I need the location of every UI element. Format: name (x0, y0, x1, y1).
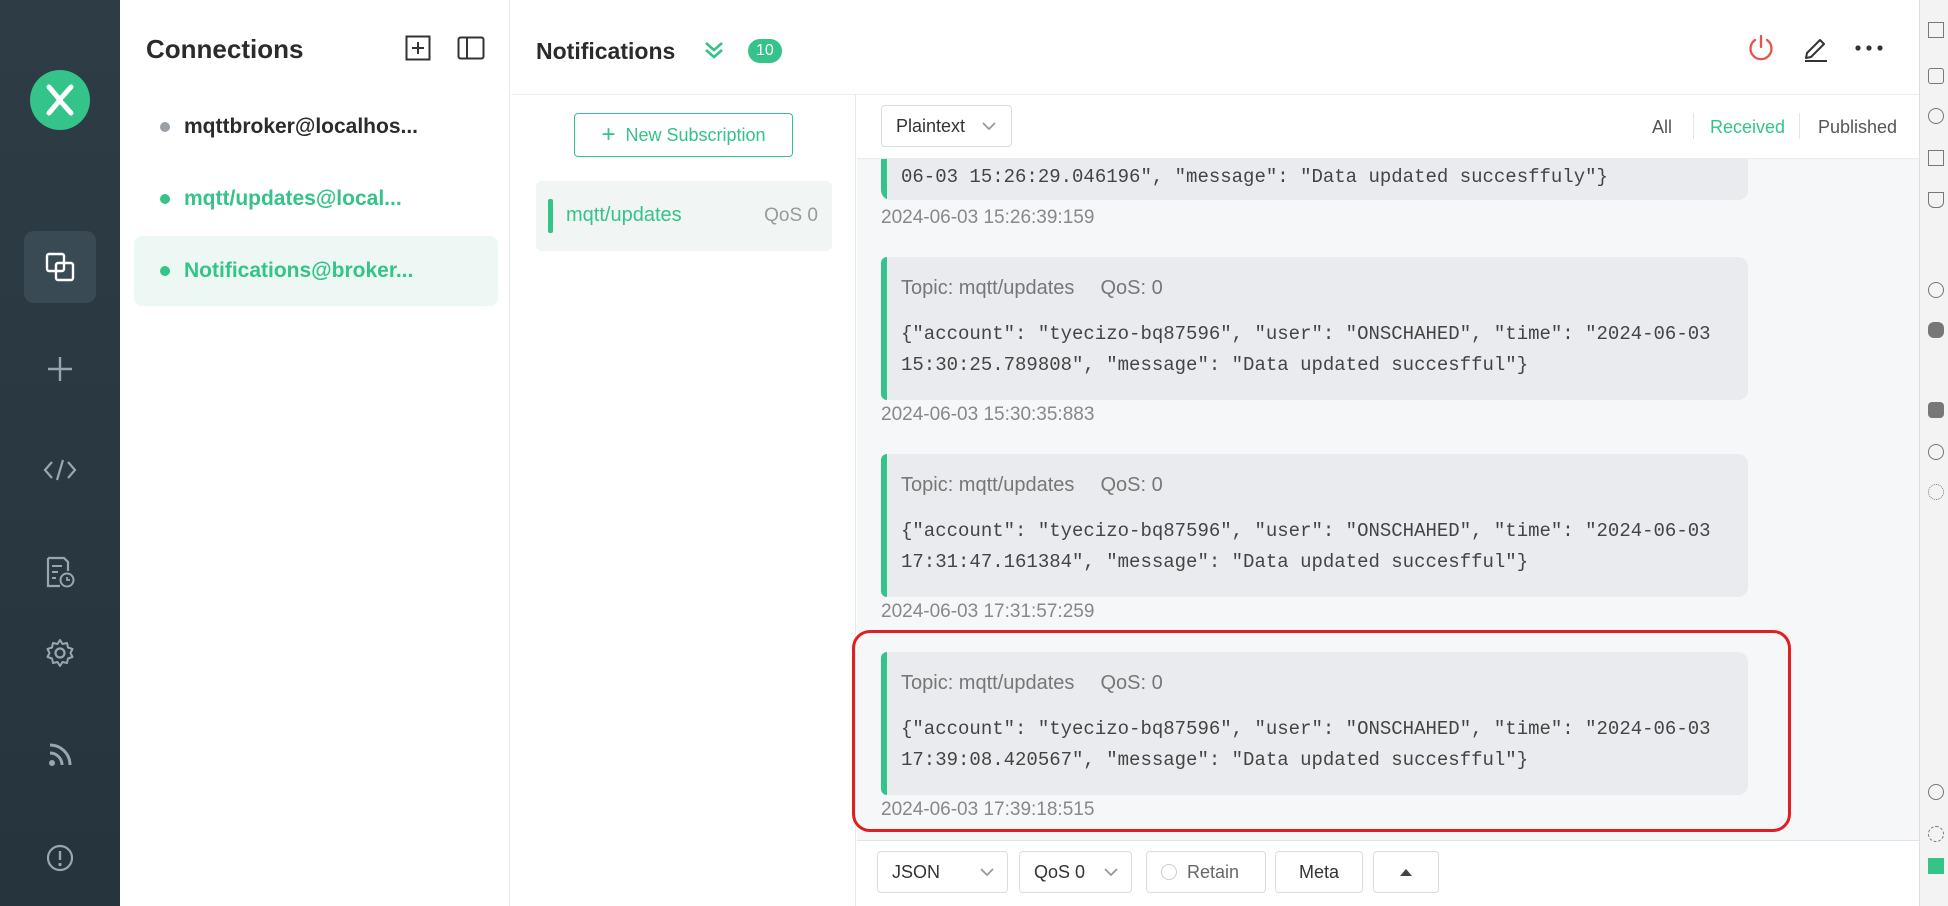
message-meta: Topic: mqtt/updates QoS: 0 (901, 277, 1163, 300)
status-dot (160, 122, 170, 132)
connections-title: Connections (146, 34, 304, 64)
python-icon[interactable] (1928, 402, 1944, 418)
retain-toggle[interactable]: Retain (1146, 851, 1266, 893)
message-timestamp: 2024-06-03 17:31:57:259 (881, 601, 1095, 622)
connections-panel: Connections mqttbroker@localhos... mqtt/… (120, 0, 510, 906)
rss-icon[interactable] (24, 719, 96, 791)
caret-up-icon (1400, 869, 1412, 876)
composer-qos-value: QoS 0 (1034, 861, 1086, 882)
message-timestamp: 2024-06-03 15:26:39:159 (881, 207, 1095, 228)
status-dot (160, 194, 170, 204)
connection-title: Notifications (536, 38, 676, 64)
message-qos: QoS: 0 (1100, 672, 1163, 694)
message-payload: {"account": "tyecizo-bq87596", "user": "… (901, 520, 1722, 573)
message-qos: QoS: 0 (1100, 474, 1163, 496)
monitor-icon[interactable] (1928, 150, 1944, 166)
power-icon[interactable] (1745, 32, 1777, 64)
composer-qos-select[interactable]: QoS 0 (1019, 851, 1132, 893)
status-dot (160, 266, 170, 276)
message-topic: Topic: mqtt/updates (901, 672, 1075, 694)
composer-format-value: JSON (892, 861, 941, 882)
payload-format-value: Plaintext (896, 115, 966, 136)
code-icon[interactable] (24, 434, 96, 506)
connections-icon[interactable] (24, 231, 96, 303)
subscription-qos: QoS 0 (764, 205, 818, 226)
message-composer: JSON QoS 0 Retain Meta (857, 840, 1919, 906)
expand-composer-button[interactable] (1373, 851, 1439, 893)
message-accent-bar (881, 454, 887, 597)
extensions-icon[interactable] (1928, 22, 1944, 38)
remote-status-icon[interactable] (1928, 858, 1944, 874)
gear-icon[interactable] (24, 617, 96, 689)
new-subscription-button[interactable]: + New Subscription (574, 113, 793, 157)
meta-button[interactable]: Meta (1275, 851, 1363, 893)
connection-item-selected[interactable]: Notifications@broker... (134, 236, 498, 306)
more-icon[interactable] (1853, 32, 1885, 64)
log-icon[interactable] (24, 536, 96, 608)
message-accent-bar (881, 257, 887, 400)
flask-icon[interactable] (1928, 192, 1944, 208)
connection-header: Notifications 10 (511, 0, 1919, 95)
message-accent-bar (881, 652, 887, 795)
app-nav-rail (0, 0, 120, 906)
chevron-down-icon (980, 868, 994, 877)
timer-icon[interactable] (1928, 282, 1944, 298)
connection-label: mqttbroker@localhos... (184, 115, 419, 138)
meta-label: Meta (1298, 861, 1340, 882)
react-icon[interactable] (1928, 484, 1944, 500)
subscription-color-bar (548, 199, 553, 233)
divider (1693, 113, 1694, 139)
message-bubble[interactable]: Topic: mqtt/updates QoS: 0 {"account": "t… (881, 652, 1748, 795)
chevron-down-icon (1104, 868, 1118, 877)
settings-icon[interactable] (1928, 826, 1944, 842)
message-payload: 06-03 15:26:29.046196", "message": "Data… (901, 166, 1608, 188)
connection-label: mqtt/updates@local... (184, 187, 402, 210)
account-icon[interactable] (1928, 784, 1944, 800)
composer-format-select[interactable]: JSON (877, 851, 1008, 893)
plus-icon: + (601, 121, 616, 148)
collapse-chevron-icon[interactable] (702, 38, 726, 67)
message-qos: QoS: 0 (1100, 277, 1163, 299)
info-icon[interactable] (24, 822, 96, 894)
mqttx-logo-icon[interactable] (30, 70, 90, 130)
docker-icon[interactable] (1928, 322, 1944, 338)
message-topic: Topic: mqtt/updates (901, 474, 1075, 496)
message-list[interactable]: 06-03 15:26:29.046196", "message": "Data… (857, 95, 1919, 840)
filter-published[interactable]: Published (1818, 117, 1897, 138)
message-bubble[interactable]: Topic: mqtt/updates QoS: 0 {"account": "t… (881, 257, 1748, 400)
message-toolbar: Plaintext All Received Published (857, 95, 1919, 159)
retain-radio (1161, 864, 1177, 880)
message-meta: Topic: mqtt/updates QoS: 0 (901, 672, 1163, 695)
message-timestamp: 2024-06-03 15:30:35:883 (881, 404, 1095, 425)
plus-icon[interactable] (24, 333, 96, 405)
blocks-icon[interactable] (1928, 68, 1944, 84)
message-payload: {"account": "tyecizo-bq87596", "user": "… (901, 718, 1722, 771)
subscriptions-panel: + New Subscription mqtt/updates QoS 0 (511, 95, 856, 906)
history-icon[interactable] (1928, 108, 1944, 124)
chevron-down-icon (982, 122, 996, 131)
connection-item[interactable]: mqttbroker@localhos... (134, 92, 498, 162)
subscription-topic: mqtt/updates (566, 204, 682, 226)
link-icon[interactable] (1928, 444, 1944, 460)
connection-label: Notifications@broker... (184, 259, 414, 282)
message-bubble[interactable]: Topic: mqtt/updates QoS: 0 {"account": "t… (881, 454, 1748, 597)
new-subscription-label: New Subscription (625, 124, 766, 145)
edit-icon[interactable] (1800, 32, 1832, 64)
filter-all[interactable]: All (1652, 117, 1672, 138)
message-count-badge: 10 (748, 39, 782, 63)
subscription-item[interactable]: mqtt/updates QoS 0 (536, 181, 832, 251)
message-meta: Topic: mqtt/updates QoS: 0 (901, 474, 1163, 497)
divider (1799, 113, 1800, 139)
message-timestamp: 2024-06-03 17:39:18:515 (881, 799, 1095, 820)
toggle-sidebar-icon[interactable] (457, 34, 485, 62)
mqttx-app: Connections mqttbroker@localhos... mqtt/… (0, 0, 1948, 906)
payload-format-select[interactable]: Plaintext (881, 105, 1012, 147)
filter-received[interactable]: Received (1710, 117, 1785, 138)
message-payload: {"account": "tyecizo-bq87596", "user": "… (901, 323, 1722, 376)
external-sidebar-strip (1919, 0, 1948, 906)
new-connection-plus-icon[interactable] (404, 34, 432, 62)
retain-label: Retain (1187, 861, 1240, 882)
message-topic: Topic: mqtt/updates (901, 277, 1075, 299)
connection-item[interactable]: mqtt/updates@local... (134, 164, 498, 234)
